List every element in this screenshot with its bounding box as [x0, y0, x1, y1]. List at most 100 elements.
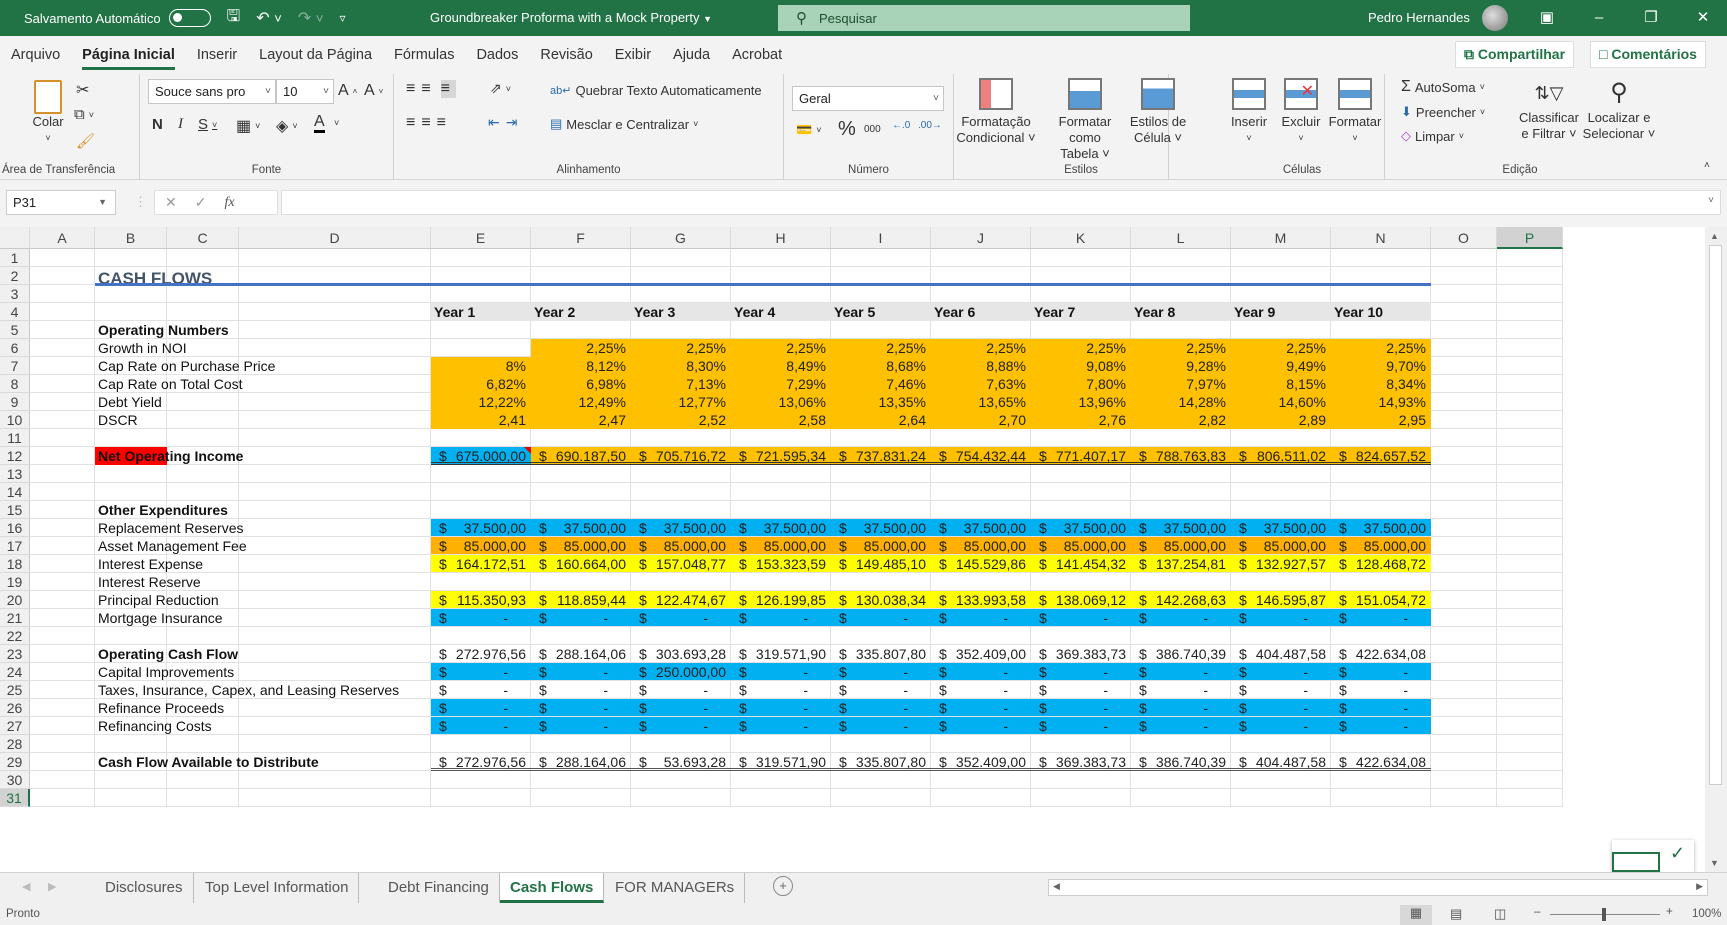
tab-scroll-right-icon[interactable]: ▶ — [48, 880, 56, 893]
increase-decimal-icon[interactable]: ←.0 — [892, 120, 910, 131]
grid-cell[interactable] — [30, 681, 95, 699]
grid-cell[interactable] — [239, 537, 431, 555]
row-header-31[interactable]: 31 — [0, 789, 30, 807]
metric-cell[interactable]: 14,28% — [1131, 393, 1231, 411]
currency-cell[interactable]: $ - — [731, 663, 831, 681]
search-box[interactable]: ⚲ Pesquisar — [778, 5, 1190, 31]
grid-cell[interactable] — [1431, 789, 1497, 807]
grid-cell[interactable] — [1131, 285, 1231, 303]
grid-cell[interactable] — [831, 321, 931, 339]
metric-cell[interactable]: 2,89 — [1231, 411, 1331, 429]
autosum-button[interactable]: Σ AutoSoma ˅ — [1401, 78, 1485, 96]
metric-cell[interactable]: 8,12% — [531, 357, 631, 375]
grid-cell[interactable] — [1497, 519, 1563, 537]
grid-cell[interactable] — [1231, 321, 1331, 339]
grid-cell[interactable] — [431, 573, 531, 591]
currency-cell[interactable]: $37.500,00 — [931, 519, 1031, 537]
row-header-6[interactable]: 6 — [0, 339, 30, 357]
column-header-g[interactable]: G — [631, 227, 731, 249]
customize-toolbar-icon[interactable]: ▿ — [340, 11, 346, 25]
borders-icon[interactable]: ▦ ˅ — [236, 116, 260, 136]
metric-cell[interactable]: 7,63% — [931, 375, 1031, 393]
currency-cell[interactable]: $824.657,52 — [1331, 447, 1431, 465]
grid-cell[interactable] — [931, 465, 1031, 483]
grid-cell[interactable] — [239, 627, 431, 645]
number-format-select[interactable]: Geral ˅ — [792, 86, 944, 111]
grid-cell[interactable] — [30, 411, 95, 429]
redo-icon[interactable]: ↷ ˅ — [298, 8, 324, 28]
grid-cell[interactable] — [30, 447, 95, 465]
grid-cell[interactable] — [1231, 249, 1331, 267]
grid-cell[interactable] — [1497, 411, 1563, 429]
share-button[interactable]: ⧉ Compartilhar — [1455, 41, 1575, 68]
grid-cell[interactable] — [1431, 645, 1497, 663]
grid-cell[interactable] — [95, 789, 167, 807]
page-break-view-icon[interactable]: ◫ — [1494, 906, 1506, 922]
cell-styles-button[interactable]: Estilos de Célula ˅ — [1126, 78, 1190, 146]
metric-cell[interactable]: 13,96% — [1031, 393, 1131, 411]
currency-cell[interactable]: $ - — [931, 717, 1031, 735]
grid-cell[interactable] — [30, 771, 95, 789]
currency-cell[interactable]: $ - — [1031, 609, 1131, 627]
cancel-icon[interactable]: ✕ — [165, 194, 177, 211]
currency-cell[interactable]: $ - — [1231, 609, 1331, 627]
metric-cell[interactable]: 7,13% — [631, 375, 731, 393]
user-name[interactable]: Pedro Hernandes — [1368, 0, 1470, 36]
grid-cell[interactable] — [1131, 627, 1231, 645]
grid-cell[interactable] — [731, 789, 831, 807]
metric-cell[interactable]: 2,25% — [1231, 339, 1331, 357]
grid-cell[interactable] — [239, 483, 431, 501]
currency-cell[interactable]: $ - — [831, 663, 931, 681]
currency-cell[interactable]: $422.634,08 — [1331, 753, 1431, 771]
metric-cell[interactable]: 2,76 — [1031, 411, 1131, 429]
restore-icon[interactable]: ❐ — [1636, 0, 1666, 36]
row-header-11[interactable]: 11 — [0, 429, 30, 447]
grid-cell[interactable] — [239, 501, 431, 519]
grid-cell[interactable] — [831, 465, 931, 483]
grid-cell[interactable] — [30, 501, 95, 519]
format-painter-icon[interactable]: 🖌 — [76, 132, 95, 150]
metric-cell[interactable]: 2,82 — [1131, 411, 1231, 429]
decrease-decimal-icon[interactable]: .00→ — [918, 120, 942, 131]
grid-cell[interactable] — [1497, 735, 1563, 753]
grid-cell[interactable] — [1497, 249, 1563, 267]
grid-cell[interactable] — [431, 429, 531, 447]
currency-cell[interactable]: $122.474,67 — [631, 591, 731, 609]
grid-cell[interactable] — [1431, 609, 1497, 627]
currency-cell[interactable]: $37.500,00 — [531, 519, 631, 537]
currency-cell[interactable]: $ - — [1131, 717, 1231, 735]
grid-cell[interactable] — [1431, 429, 1497, 447]
currency-cell[interactable]: $85.000,00 — [831, 537, 931, 555]
currency-cell[interactable]: $85.000,00 — [431, 537, 531, 555]
grid-cell[interactable] — [1497, 447, 1563, 465]
row-header-1[interactable]: 1 — [0, 249, 30, 267]
grid-cell[interactable] — [30, 663, 95, 681]
grid-cell[interactable] — [1431, 501, 1497, 519]
currency-cell[interactable]: $422.634,08 — [1331, 645, 1431, 663]
grid-cell[interactable] — [831, 501, 931, 519]
metric-cell[interactable]: 2,25% — [1331, 339, 1431, 357]
currency-cell[interactable]: $ - — [731, 699, 831, 717]
metric-cell[interactable]: 6,82% — [431, 375, 531, 393]
currency-cell[interactable]: $250.000,00 — [631, 663, 731, 681]
grid-cell[interactable] — [239, 321, 431, 339]
grid-cell[interactable] — [167, 411, 239, 429]
grid-cell[interactable] — [1431, 627, 1497, 645]
grid-cell[interactable] — [239, 645, 431, 663]
grid-cell[interactable] — [1497, 573, 1563, 591]
row-header-19[interactable]: 19 — [0, 573, 30, 591]
worksheet-grid[interactable]: A B C D E F G H I J K L M N O P 1 2 3 4 5 6 7 8 9 10 11 12 13 14 15 16 1… — [0, 227, 1705, 872]
expand-formula-icon[interactable]: ˅ — [1708, 195, 1714, 206]
metric-cell[interactable]: 9,70% — [1331, 357, 1431, 375]
row-header-12[interactable]: 12 — [0, 447, 30, 465]
grid-cell[interactable] — [239, 411, 431, 429]
metric-cell[interactable]: 2,52 — [631, 411, 731, 429]
tab-inserir[interactable]: Inserir — [186, 36, 248, 74]
row-header-21[interactable]: 21 — [0, 609, 30, 627]
grid-cell[interactable] — [30, 285, 95, 303]
grid-cell[interactable] — [30, 357, 95, 375]
grid-cell[interactable] — [95, 627, 167, 645]
tab-dados[interactable]: Dados — [465, 36, 529, 74]
currency-cell[interactable]: $806.511,02 — [1231, 447, 1331, 465]
currency-cell[interactable]: $142.268,63 — [1131, 591, 1231, 609]
